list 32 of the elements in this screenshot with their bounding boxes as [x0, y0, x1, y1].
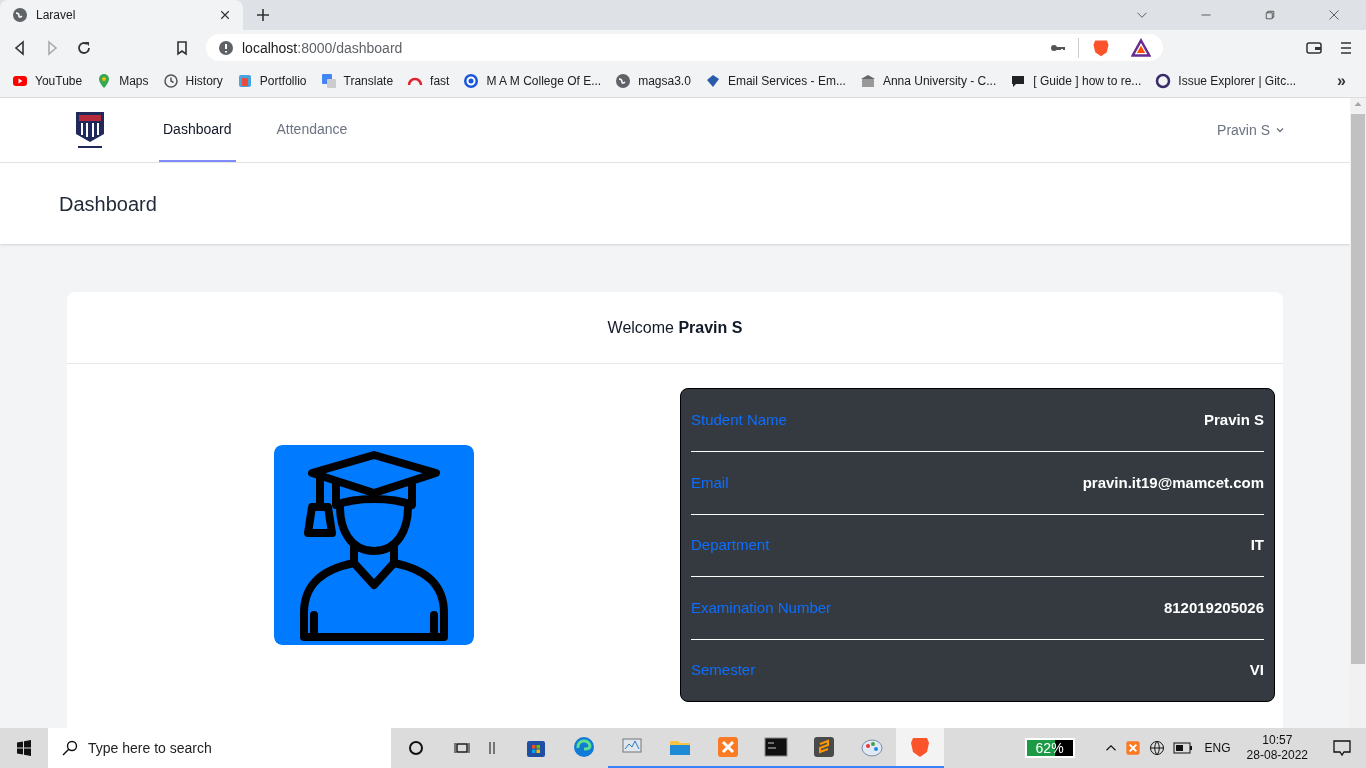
user-menu-button[interactable]: Pravin S	[1217, 98, 1286, 162]
taskbar-search-field[interactable]: Type here to search	[48, 728, 391, 768]
welcome-text: Welcome Pravin S	[607, 317, 743, 338]
field-value: 812019205026	[1163, 597, 1264, 618]
browser-tab[interactable]: Laravel	[0, 0, 243, 30]
field-label: Semester	[691, 660, 756, 681]
field-label: Department	[691, 535, 770, 556]
field-label: Student Name	[691, 409, 787, 430]
field-value: VI	[1249, 660, 1264, 681]
bookmark-link[interactable]: Email Services - Em...	[704, 73, 846, 89]
bookmark-link[interactable]: YouTube	[12, 73, 83, 89]
bookmark-link[interactable]: Issue Explorer | Gitc...	[1155, 73, 1297, 89]
nav-link[interactable]: Attendance	[272, 98, 352, 162]
bookmark-link[interactable]: Portfollio	[236, 73, 307, 89]
language-indicator[interactable]: ENG	[1204, 740, 1231, 756]
field-label: Email	[691, 472, 729, 493]
field-label: Examination Number	[691, 597, 832, 618]
field-value: Pravin S	[1203, 409, 1264, 430]
field-value: IT	[1250, 535, 1264, 556]
address-bar[interactable]: localhost:8000/dashboard	[206, 34, 1163, 61]
bookmark-link[interactable]: fast	[407, 73, 450, 89]
bookmark-link[interactable]: [ Guide ] how to re...	[1010, 73, 1142, 89]
bookmark-link[interactable]: Maps	[96, 73, 149, 89]
bookmark-link[interactable]: Translate	[320, 73, 394, 89]
bookmark-link[interactable]: M A M College Of E...	[463, 73, 602, 89]
field-value: pravin.it19@mamcet.com	[1082, 472, 1264, 493]
bookmark-link[interactable]: Anna University - C...	[859, 73, 997, 89]
page-title: Dashboard	[59, 191, 157, 217]
bookmark-link[interactable]: History	[162, 73, 223, 89]
bookmark-link[interactable]: magsa3.0	[615, 73, 691, 89]
more-bookmarks-button[interactable]: »	[1337, 69, 1354, 93]
clock[interactable]: 10:57 28-08-2022	[1246, 733, 1308, 763]
